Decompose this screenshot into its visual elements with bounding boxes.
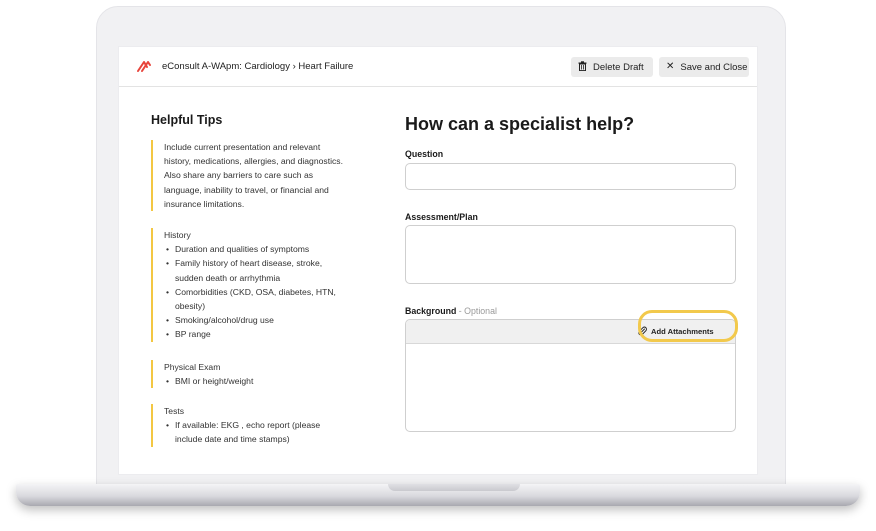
delete-draft-label: Delete Draft: [593, 61, 644, 73]
brand-logo-icon: [137, 61, 151, 72]
close-icon: ✕: [666, 61, 675, 72]
app-window: eConsult A-WApm: Cardiology › Heart Fail…: [119, 47, 757, 474]
background-label: Background - Optional: [405, 306, 497, 316]
background-label-text: Background: [405, 306, 457, 316]
list-item: Smoking/alcohol/drug use: [166, 313, 347, 327]
tips-section-physical-exam: Physical Exam BMI or height/weight: [151, 360, 347, 389]
list-item: Family history of heart disease, stroke,…: [166, 256, 347, 284]
laptop-base: [16, 484, 860, 506]
delete-draft-button[interactable]: Delete Draft: [571, 57, 653, 77]
list-item: BMI or height/weight: [166, 374, 347, 388]
tips-section-heading: Tests: [164, 406, 185, 416]
tips-title: Helpful Tips: [151, 113, 223, 127]
save-and-close-button[interactable]: ✕ Save and Close: [659, 57, 749, 77]
list-item: BP range: [166, 327, 347, 341]
form-title: How can a specialist help?: [405, 114, 635, 134]
tips-section-tests: Tests If available: EKG , echo report (p…: [151, 404, 347, 447]
assessment-plan-textarea[interactable]: [405, 225, 736, 284]
tips-intro: Include current presentation and relevan…: [151, 140, 347, 212]
breadcrumb: eConsult A-WApm: Cardiology › Heart Fail…: [162, 61, 354, 72]
assessment-label: Assessment/Plan: [405, 212, 478, 222]
tips-list: Duration and qualities of symptoms Famil…: [164, 242, 347, 342]
tips-section-heading: History: [164, 230, 191, 240]
tips-list: BMI or height/weight: [164, 374, 347, 388]
question-input[interactable]: [405, 163, 736, 190]
list-item: If available: EKG , echo report (please …: [166, 418, 347, 446]
background-textarea[interactable]: [406, 344, 735, 431]
optional-hint: - Optional: [456, 306, 497, 316]
trash-icon: [578, 60, 587, 74]
laptop-notch: [388, 484, 520, 491]
list-item: Comorbidities (CKD, OSA, diabetes, HTN, …: [166, 285, 347, 313]
top-bar: eConsult A-WApm: Cardiology › Heart Fail…: [119, 47, 757, 87]
tips-list: If available: EKG , echo report (please …: [164, 418, 347, 446]
save-and-close-label: Save and Close: [680, 61, 748, 73]
attachment-highlight-ring: [638, 310, 738, 342]
tips-section-history: History Duration and qualities of sympto…: [151, 228, 347, 342]
tips-section-heading: Physical Exam: [164, 362, 221, 372]
list-item: Duration and qualities of symptoms: [166, 242, 347, 256]
question-label: Question: [405, 149, 444, 159]
